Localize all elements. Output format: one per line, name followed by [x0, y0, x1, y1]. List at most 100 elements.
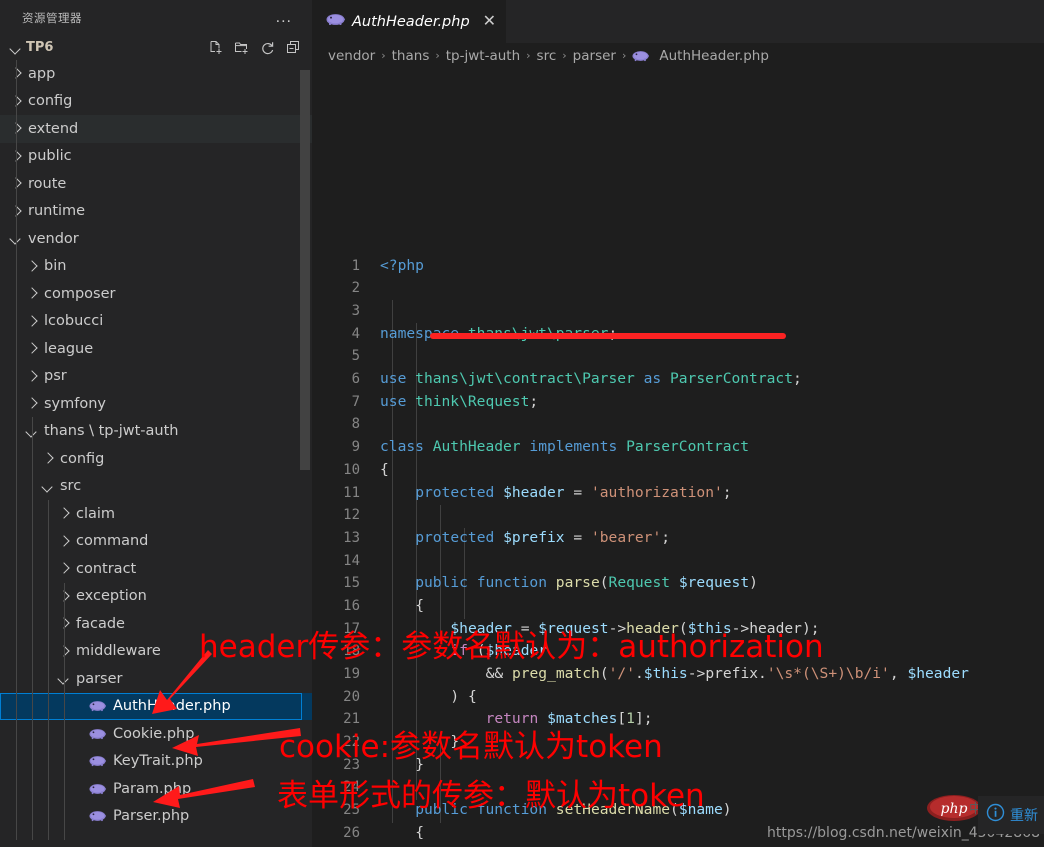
collapse-all-icon[interactable] [286, 40, 302, 56]
code-line[interactable]: 13 protected $prefix = 'bearer'; [312, 527, 1044, 550]
chevron-down-icon[interactable] [40, 478, 57, 495]
breadcrumb-item-parser[interactable]: parser [573, 48, 616, 64]
tree-folder-extend[interactable]: extend [0, 115, 312, 143]
code-line[interactable]: 8 [312, 413, 1044, 436]
code-line[interactable]: 12 [312, 504, 1044, 527]
code-line[interactable]: 7use think\Request; [312, 391, 1044, 414]
code-line[interactable]: 4namespace thans\jwt\parser; [312, 323, 1044, 346]
code-line[interactable]: 22 } [312, 731, 1044, 754]
tree-file-cookie[interactable]: Cookie.php [0, 720, 312, 748]
tree-file-keytrait[interactable]: KeyTrait.php [0, 748, 312, 776]
tree-folder-vendor[interactable]: vendor [0, 225, 312, 253]
line-number: 14 [312, 550, 360, 573]
tree-folder-src[interactable]: src [0, 473, 312, 501]
tree-folder-symfony[interactable]: symfony [0, 390, 312, 418]
chevron-right-icon[interactable] [56, 505, 73, 522]
code-line[interactable]: 1<?php [312, 255, 1044, 278]
chevron-right-icon[interactable] [24, 368, 41, 385]
tree-folder-app[interactable]: app [0, 60, 312, 88]
code-line[interactable]: 5 [312, 345, 1044, 368]
breadcrumb-item-src[interactable]: src [537, 48, 557, 64]
tree-folder-command[interactable]: command [0, 528, 312, 556]
code-line[interactable]: 20 ) { [312, 686, 1044, 709]
tree-folder-exception[interactable]: exception [0, 583, 312, 611]
tree-folder-league[interactable]: league [0, 335, 312, 363]
tree-file-authheader[interactable]: AuthHeader.php [0, 693, 312, 721]
chevron-right-icon[interactable] [40, 450, 57, 467]
code-line[interactable]: 26 { [312, 822, 1044, 845]
tree-folder-composer[interactable]: composer [0, 280, 312, 308]
code-line-text: return $matches[1]; [380, 708, 653, 731]
tree-folder-parser[interactable]: parser [0, 665, 312, 693]
code-line-text: } [380, 754, 424, 777]
tree-item-label: runtime [28, 203, 85, 219]
tree-folder-config[interactable]: config [0, 445, 312, 473]
tree-folder-contract[interactable]: contract [0, 555, 312, 583]
sidebar-scrollbar[interactable] [300, 70, 310, 470]
chevron-right-icon[interactable] [24, 340, 41, 357]
breadcrumb-item-authheader[interactable]: AuthHeader.php [659, 48, 769, 64]
new-file-icon[interactable] [208, 40, 224, 56]
tree-folder-config[interactable]: config [0, 88, 312, 116]
chevron-right-icon[interactable] [24, 258, 41, 275]
tree-item-label: Param.php [113, 781, 191, 797]
line-number: 1 [312, 255, 360, 278]
tree-folder-lcobucci[interactable]: lcobucci [0, 308, 312, 336]
tab-authheader-php[interactable]: AuthHeader.php ✕ [312, 0, 506, 43]
tree-folder-middleware[interactable]: middleware [0, 638, 312, 666]
close-icon[interactable]: ✕ [483, 14, 496, 30]
code-line[interactable]: 2 [312, 277, 1044, 300]
code-line[interactable]: 10{ [312, 459, 1044, 482]
explorer-more-actions-button[interactable]: ... [272, 11, 296, 25]
breadcrumb-item-vendor[interactable]: vendor [328, 48, 375, 64]
code-line[interactable]: 25 public function setHeaderName($name) [312, 799, 1044, 822]
code-line[interactable]: 16 { [312, 595, 1044, 618]
code-line[interactable]: 11 protected $header = 'authorization'; [312, 482, 1044, 505]
tree-folder-route[interactable]: route [0, 170, 312, 198]
explorer-sidebar: 资源管理器 ... TP6 [0, 0, 312, 847]
workspace-root-row[interactable]: TP6 [0, 35, 312, 60]
line-number: 7 [312, 391, 360, 414]
code-editor[interactable]: 1<?php234namespace thans\jwt\parser;56us… [312, 73, 1044, 847]
php-icon [89, 809, 106, 823]
tree-folder-psr[interactable]: psr [0, 363, 312, 391]
code-line[interactable]: 19 && preg_match('/'.$this->prefix.'\s*(… [312, 663, 1044, 686]
code-line-text: $header = $request->header($this->header… [380, 618, 820, 641]
code-line[interactable]: 14 [312, 550, 1044, 573]
tree-folder-thans-tp-jwt-auth[interactable]: thans \ tp-jwt-auth [0, 418, 312, 446]
breadcrumb-separator: › [435, 49, 439, 62]
chevron-right-icon[interactable] [24, 285, 41, 302]
refresh-icon[interactable] [260, 40, 276, 56]
tree-item-label: league [44, 341, 93, 357]
breadcrumb-item-tp-jwt-auth[interactable]: tp-jwt-auth [446, 48, 520, 64]
line-number: 26 [312, 822, 360, 845]
code-line[interactable]: 15 public function parse(Request $reques… [312, 572, 1044, 595]
tree-folder-runtime[interactable]: runtime [0, 198, 312, 226]
code-line[interactable]: 17 $header = $request->header($this->hea… [312, 618, 1044, 641]
tree-file-param[interactable]: Param.php [0, 775, 312, 803]
tree-folder-bin[interactable]: bin [0, 253, 312, 281]
code-line[interactable]: 3 [312, 300, 1044, 323]
line-number: 18 [312, 640, 360, 663]
code-line[interactable]: 9class AuthHeader implements ParserContr… [312, 436, 1044, 459]
code-line[interactable]: 6use thans\jwt\contract\Parser as Parser… [312, 368, 1044, 391]
tree-folder-public[interactable]: public [0, 143, 312, 171]
code-line[interactable]: 18 if ($header [312, 640, 1044, 663]
breadcrumb-item-thans[interactable]: thans [392, 48, 430, 64]
tree-item-label: public [28, 148, 72, 164]
code-line[interactable]: 21 return $matches[1]; [312, 708, 1044, 731]
chevron-right-icon[interactable] [56, 560, 73, 577]
chevron-down-icon[interactable] [8, 40, 24, 56]
tree-folder-claim[interactable]: claim [0, 500, 312, 528]
tree-folder-facade[interactable]: facade [0, 610, 312, 638]
line-number: 8 [312, 413, 360, 436]
code-line[interactable]: 23 } [312, 754, 1044, 777]
tree-file-parser[interactable]: Parser.php [0, 803, 312, 831]
chevron-right-icon[interactable] [56, 533, 73, 550]
new-folder-icon[interactable] [234, 40, 250, 56]
chevron-right-icon[interactable] [24, 313, 41, 330]
chevron-right-icon[interactable] [24, 395, 41, 412]
php-icon [89, 754, 106, 768]
code-line[interactable]: 24 [312, 776, 1044, 799]
line-number: 9 [312, 436, 360, 459]
